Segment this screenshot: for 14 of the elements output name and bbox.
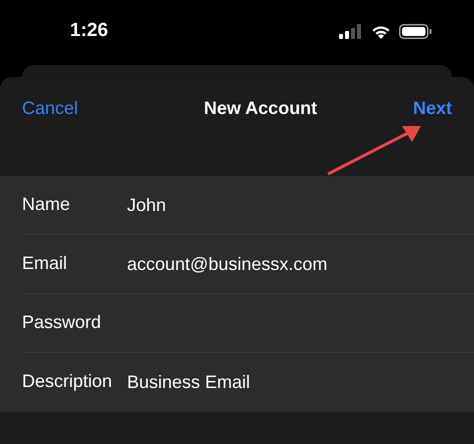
- sheet-title: New Account: [204, 97, 318, 120]
- next-button[interactable]: Next: [412, 95, 452, 122]
- wifi-icon: [371, 24, 391, 39]
- field-label: Name: [22, 192, 72, 216]
- input-field[interactable]: Business Email: [127, 366, 454, 398]
- input-field[interactable]: account@businessx.com: [127, 248, 454, 280]
- signal-icon: [339, 24, 363, 39]
- input-field[interactable]: John: [127, 189, 454, 221]
- cancel-button[interactable]: Cancel: [22, 95, 78, 122]
- field-label: Email: [22, 252, 68, 274]
- battery-icon: [399, 24, 432, 39]
- field-label: Description: [22, 370, 114, 393]
- status-time: 1:26: [70, 19, 108, 44]
- field-label: Password: [22, 310, 102, 334]
